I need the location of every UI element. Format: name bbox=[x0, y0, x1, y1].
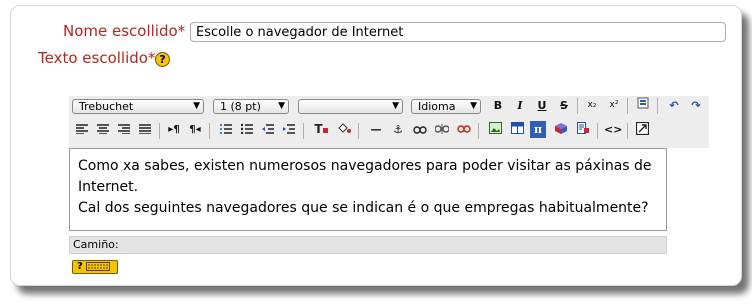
align-left-icon[interactable] bbox=[73, 122, 91, 139]
indent-icon[interactable] bbox=[280, 122, 298, 139]
toolbar-divider bbox=[577, 98, 578, 114]
editor-line: Cal dos seguintes navegadores que se ind… bbox=[78, 200, 649, 216]
subscript-button[interactable]: x₂ bbox=[583, 97, 601, 114]
toolbar-divider bbox=[627, 98, 628, 114]
ltr-icon[interactable]: ▸¶ bbox=[165, 121, 183, 138]
ordered-list-icon[interactable] bbox=[217, 122, 235, 139]
toolbar-divider bbox=[478, 123, 479, 139]
rtl-icon[interactable]: ¶◂ bbox=[186, 121, 204, 138]
unordered-list-icon[interactable] bbox=[238, 122, 256, 139]
font-family-select[interactable]: Trebuchet ▼ bbox=[72, 99, 204, 114]
font-family-value: Trebuchet bbox=[79, 100, 134, 113]
search-replace-icon[interactable] bbox=[574, 122, 592, 139]
language-select[interactable]: Idioma ▼ bbox=[411, 99, 481, 114]
insert-special-icon[interactable] bbox=[552, 122, 570, 139]
text-color-icon[interactable]: T bbox=[312, 121, 330, 138]
html-editor: Trebuchet ▼ 1 (8 pt) ▼ ▼ Idioma ▼ B I U S x… bbox=[69, 96, 709, 258]
toolbar-divider bbox=[209, 123, 210, 139]
path-label: Camiño: bbox=[73, 238, 119, 251]
toolbar-divider bbox=[358, 123, 359, 139]
italic-button[interactable]: I bbox=[511, 97, 529, 114]
font-size-value: 1 (8 pt) bbox=[220, 100, 261, 113]
outdent-icon[interactable] bbox=[259, 122, 277, 139]
editor-content[interactable]: Como xa sabes, existen numerosos navegad… bbox=[69, 148, 667, 231]
help-glyph: ? bbox=[77, 261, 83, 272]
align-center-icon[interactable] bbox=[94, 122, 112, 139]
editor-toolbar: Trebuchet ▼ 1 (8 pt) ▼ ▼ Idioma ▼ B I U S x… bbox=[69, 96, 709, 148]
keyboard-help-icon[interactable]: ? bbox=[72, 260, 118, 274]
background-color-icon[interactable] bbox=[335, 122, 353, 139]
editor-line: Internet. bbox=[78, 179, 139, 195]
align-justify-icon[interactable] bbox=[136, 122, 154, 139]
font-size-select[interactable]: 1 (8 pt) ▼ bbox=[213, 99, 289, 114]
toolbar-divider bbox=[597, 123, 598, 139]
chevron-down-icon: ▼ bbox=[470, 101, 477, 111]
text-label: Texto escollido* bbox=[38, 49, 156, 67]
insert-image-icon[interactable] bbox=[486, 122, 504, 139]
bold-button[interactable]: B bbox=[489, 97, 507, 114]
name-label: Nome escollido* bbox=[63, 22, 186, 40]
chevron-down-icon: ▼ bbox=[278, 101, 285, 111]
superscript-button[interactable]: x² bbox=[605, 97, 623, 114]
toolbar-divider bbox=[627, 123, 628, 139]
chevron-down-icon: ▼ bbox=[392, 101, 399, 111]
math-pi-icon[interactable]: π bbox=[530, 121, 546, 138]
toolbar-divider bbox=[159, 123, 160, 139]
keyboard-icon bbox=[86, 261, 111, 271]
toolbar-divider bbox=[657, 98, 658, 114]
redo-button[interactable]: ↷ bbox=[687, 97, 705, 114]
link-icon[interactable] bbox=[411, 122, 429, 139]
insert-table-icon[interactable] bbox=[508, 122, 526, 139]
clean-word-icon[interactable] bbox=[634, 97, 652, 114]
align-right-icon[interactable] bbox=[115, 122, 133, 139]
nolink-icon[interactable] bbox=[455, 122, 473, 139]
unlink-icon[interactable] bbox=[433, 122, 451, 139]
strikethrough-button[interactable]: S bbox=[555, 97, 573, 114]
fullscreen-icon[interactable] bbox=[633, 121, 651, 139]
html-source-button[interactable]: <> bbox=[604, 121, 622, 138]
editor-line: Como xa sabes, existen numerosos navegad… bbox=[78, 158, 652, 174]
language-value: Idioma bbox=[418, 100, 456, 113]
chevron-down-icon: ▼ bbox=[193, 101, 200, 111]
style-select[interactable]: ▼ bbox=[298, 99, 403, 114]
anchor-button[interactable]: ⚓ bbox=[389, 121, 407, 138]
underline-button[interactable]: U bbox=[533, 97, 551, 114]
name-input[interactable] bbox=[190, 22, 726, 42]
toolbar-divider bbox=[303, 123, 304, 139]
horizontal-rule-button[interactable]: — bbox=[367, 121, 385, 138]
help-icon[interactable]: ? bbox=[155, 52, 170, 67]
editor-path-bar: Camiño: bbox=[69, 236, 667, 254]
undo-button[interactable]: ↶ bbox=[665, 97, 683, 114]
